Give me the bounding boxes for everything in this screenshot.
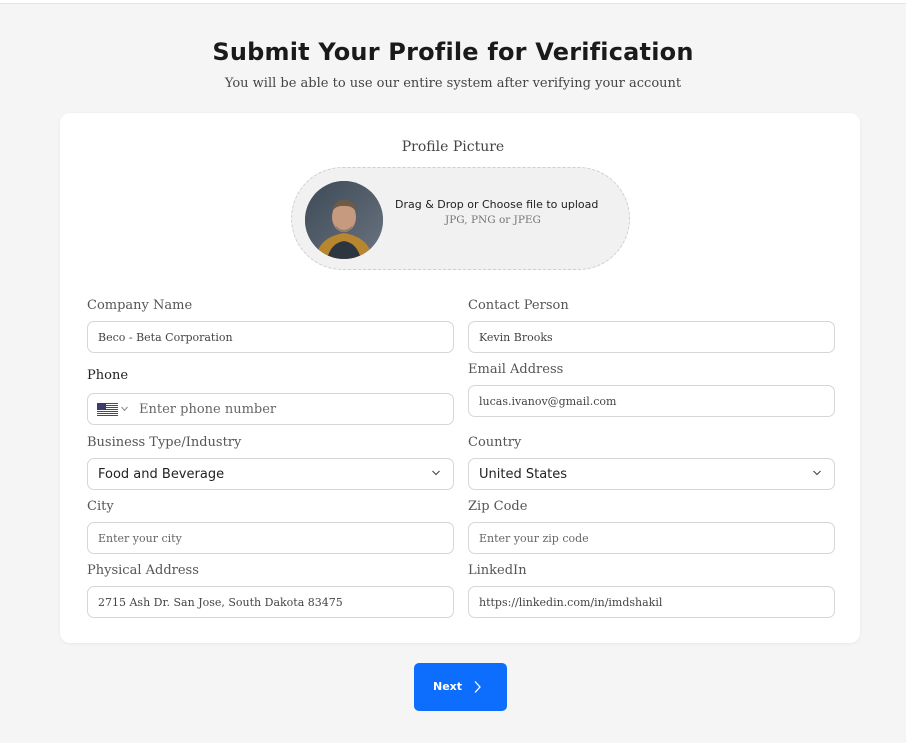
- avatar: [305, 181, 383, 259]
- linkedin-input[interactable]: https://linkedin.com/in/imdshakil: [468, 586, 835, 618]
- email-input[interactable]: lucas.ivanov@gmail.com: [468, 385, 835, 417]
- next-button[interactable]: Next: [414, 663, 507, 711]
- top-bar: [0, 0, 906, 4]
- linkedin-label: LinkedIn: [468, 563, 527, 578]
- profile-picture-label: Profile Picture: [401, 139, 505, 155]
- us-flag-icon[interactable]: [97, 403, 118, 416]
- chevron-down-icon[interactable]: [121, 406, 128, 412]
- business-type-value: Food and Beverage: [98, 466, 225, 482]
- upload-formats: JPG, PNG or JPEG: [445, 214, 541, 226]
- page-subtitle: You will be able to use our entire syste…: [224, 76, 682, 91]
- company-name-label: Company Name: [87, 298, 193, 313]
- avatar-photo-icon: [305, 181, 383, 259]
- zip-code-input[interactable]: Enter your zip code: [468, 522, 835, 554]
- country-label: Country: [468, 435, 522, 450]
- email-label: Email Address: [468, 362, 564, 377]
- business-type-label: Business Type/Industry: [87, 435, 242, 450]
- company-name-input[interactable]: Beco - Beta Corporation: [87, 321, 454, 353]
- country-select[interactable]: United States: [468, 458, 835, 490]
- physical-address-input[interactable]: 2715 Ash Dr. San Jose, South Dakota 8347…: [87, 586, 454, 618]
- contact-person-label: Contact Person: [468, 298, 569, 313]
- page-title: Submit Your Profile for Verification: [212, 38, 694, 66]
- business-type-select[interactable]: Food and Beverage: [87, 458, 454, 490]
- zip-code-label: Zip Code: [468, 499, 528, 514]
- upload-instruction[interactable]: Drag & Drop or Choose file to upload: [395, 198, 598, 211]
- city-input[interactable]: Enter your city: [87, 522, 454, 554]
- chevron-down-icon: [432, 470, 440, 476]
- next-button-label: Next: [433, 680, 463, 693]
- phone-placeholder: Enter phone number: [139, 402, 277, 417]
- phone-input[interactable]: Enter phone number: [87, 393, 454, 425]
- chevron-down-icon: [813, 470, 821, 476]
- contact-person-input[interactable]: Kevin Brooks: [468, 321, 835, 353]
- chevron-right-icon: [474, 681, 481, 693]
- profile-picture-dropzone[interactable]: Drag & Drop or Choose file to upload JPG…: [291, 167, 630, 270]
- country-value: United States: [479, 466, 568, 482]
- phone-label: Phone: [87, 368, 129, 383]
- physical-address-label: Physical Address: [87, 563, 199, 578]
- city-label: City: [87, 499, 114, 514]
